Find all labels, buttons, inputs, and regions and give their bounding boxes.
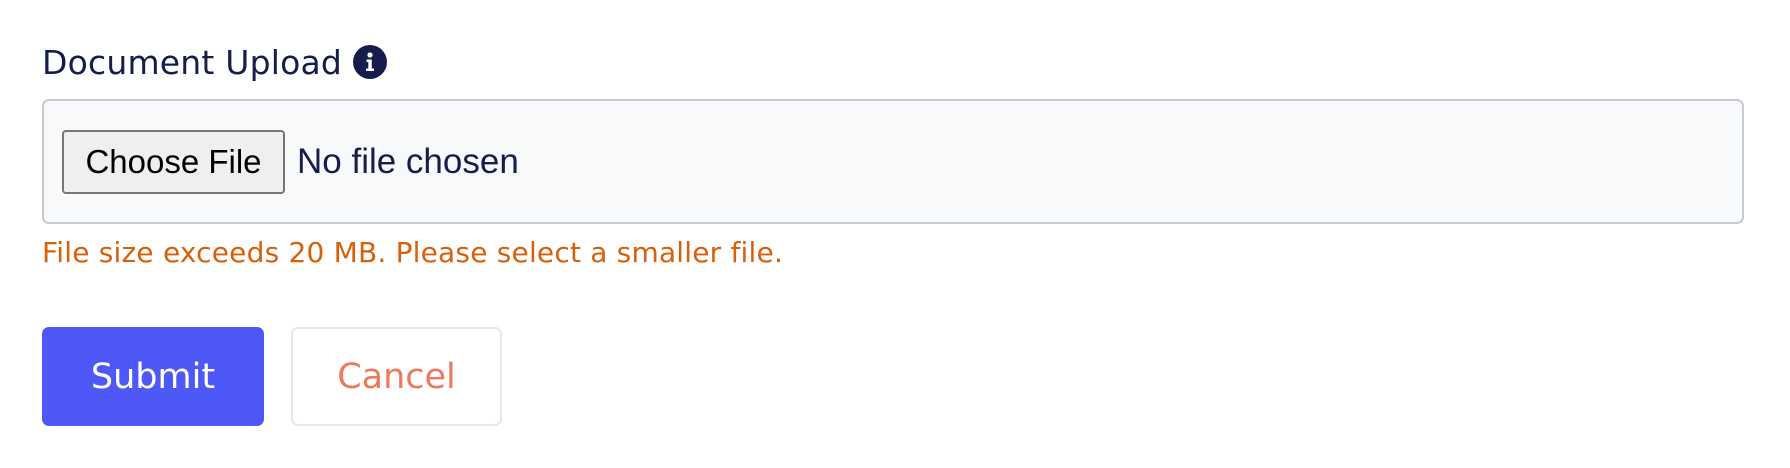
info-icon[interactable] [353, 45, 388, 79]
info-glyph [366, 52, 375, 71]
error-message: File size exceeds 20 MB. Please select a… [42, 236, 784, 269]
field-label-row: Document Upload [42, 40, 1744, 84]
file-upload-field[interactable]: Choose File No file chosen [42, 99, 1744, 224]
submit-button[interactable]: Submit [42, 327, 264, 426]
cancel-button[interactable]: Cancel [291, 327, 502, 426]
field-label: Document Upload [42, 42, 343, 82]
choose-file-button[interactable]: Choose File [62, 130, 285, 194]
file-status-text: No file chosen [297, 142, 519, 181]
document-upload-form: Document Upload Choose File No file chos… [42, 40, 1744, 426]
